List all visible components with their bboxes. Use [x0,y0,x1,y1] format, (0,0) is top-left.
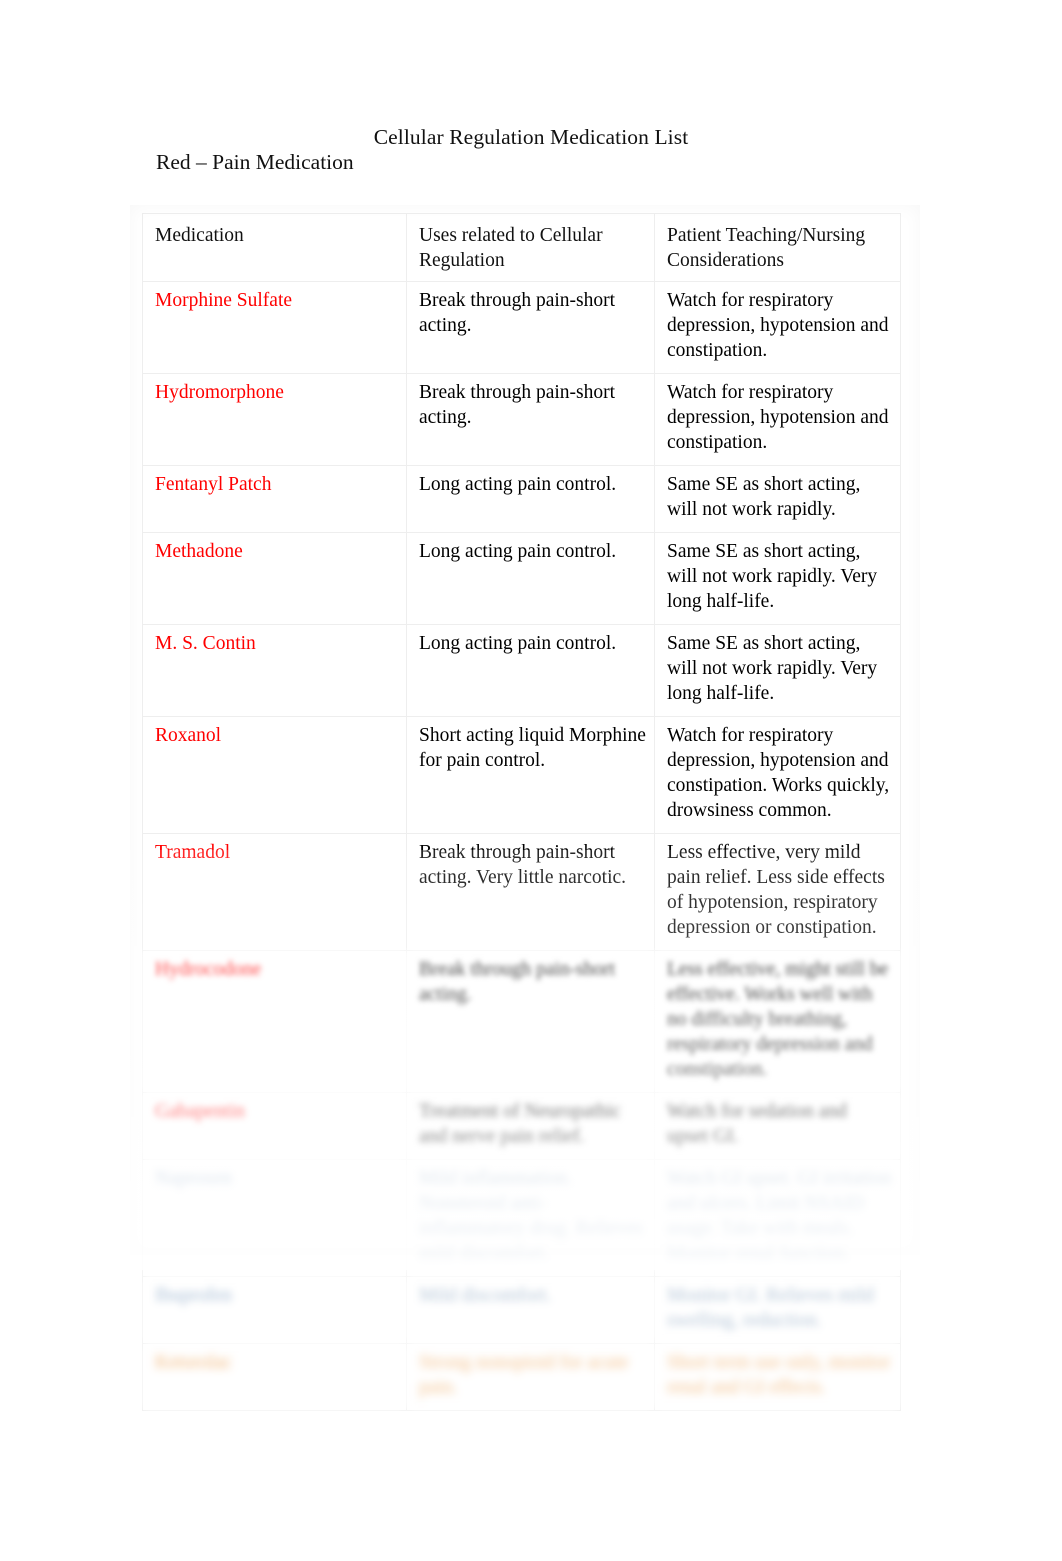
cell-patient-teaching: Watch for respiratory depression, hypote… [654,373,901,466]
table-row: Hydrocodone Break through pain-short acti… [142,950,901,1093]
cell-patient-teaching: Same SE as short acting, will not work r… [654,465,901,533]
cell-medication-name: M. S. Contin [142,624,407,717]
cell-medication-name: Ibuprofen [142,1276,407,1344]
cell-medication-name: Hydromorphone [142,373,407,466]
cell-patient-teaching: Watch for respiratory depression, hypote… [654,716,901,834]
cell-uses: Mild discomfort. [406,1276,655,1344]
table-row: Morphine Sulfate Break through pain-short… [142,281,901,374]
cell-uses: Long acting pain control. [406,532,655,625]
cell-uses: Mild inflammation. Nonsteroid anti-infla… [406,1159,655,1277]
cell-medication-name: Naproxen [142,1159,407,1277]
table-row: Tramadol Break through pain-short acting.… [142,833,901,951]
cell-uses: Break through pain-short acting. [406,281,655,374]
table-row: Methadone Long acting pain control. Same S… [142,532,901,625]
table-header-row: Medication Uses related to Cellular Regu… [142,213,901,282]
medication-table: Medication Uses related to Cellular Regu… [142,213,901,1411]
table-row: Fentanyl Patch Long acting pain control. S… [142,465,901,533]
medication-table-body: Medication Uses related to Cellular Regu… [142,213,901,1411]
cell-medication-name: Gabapentin [142,1092,407,1160]
table-row: Gabapentin Treatment of Neuropathic and n… [142,1092,901,1160]
column-header-medication: Medication [142,213,407,282]
column-header-uses: Uses related to Cellular Regulation [406,213,655,282]
table-row: Roxanol Short acting liquid Morphine for … [142,716,901,834]
cell-uses: Long acting pain control. [406,624,655,717]
cell-uses: Short acting liquid Morphine for pain co… [406,716,655,834]
table-row: Naproxen Mild inflammation. Nonsteroid an… [142,1159,901,1277]
cell-patient-teaching: Less effective, might still be effective… [654,950,901,1093]
cell-patient-teaching: Monitor GI. Relieves mild swelling, redu… [654,1276,901,1344]
cell-medication-name: Methadone [142,532,407,625]
column-header-teaching: Patient Teaching/Nursing Considerations [654,213,901,282]
cell-patient-teaching: Watch for respiratory depression, hypote… [654,281,901,374]
cell-medication-name: Morphine Sulfate [142,281,407,374]
page-title: Cellular Regulation Medication List [373,125,689,149]
table-row: Ketorolac Strong nonopioid for acute pain… [142,1343,901,1411]
cell-patient-teaching: Watch GI upset. GI irritation and ulcers… [654,1159,901,1277]
table-row: Ibuprofen Mild discomfort. Monitor GI. Rel… [142,1276,901,1344]
document-page: Cellular Regulation Medication List Red … [0,0,1062,1561]
cell-patient-teaching: Short term use only, monitor renal and G… [654,1343,901,1411]
cell-medication-name: Ketorolac [142,1343,407,1411]
cell-patient-teaching: Less effective, very mild pain relief. L… [654,833,901,951]
cell-uses: Strong nonopioid for acute pain. [406,1343,655,1411]
table-row: M. S. Contin Long acting pain control. Sam… [142,624,901,717]
cell-medication-name: Tramadol [142,833,407,951]
page-subtitle-legend: Red – Pain Medication [156,150,354,174]
cell-patient-teaching: Watch for sedation and upset GI. [654,1092,901,1160]
cell-uses: Treatment of Neuropathic and nerve pain … [406,1092,655,1160]
cell-medication-name: Roxanol [142,716,407,834]
table-row: Hydromorphone Break through pain-short ac… [142,373,901,466]
cell-medication-name: Fentanyl Patch [142,465,407,533]
cell-patient-teaching: Same SE as short acting, will not work r… [654,532,901,625]
cell-medication-name: Hydrocodone [142,950,407,1093]
cell-uses: Break through pain-short acting. [406,373,655,466]
cell-uses: Break through pain-short acting. [406,950,655,1093]
cell-uses: Break through pain-short acting. Very li… [406,833,655,951]
cell-uses: Long acting pain control. [406,465,655,533]
cell-patient-teaching: Same SE as short acting, will not work r… [654,624,901,717]
